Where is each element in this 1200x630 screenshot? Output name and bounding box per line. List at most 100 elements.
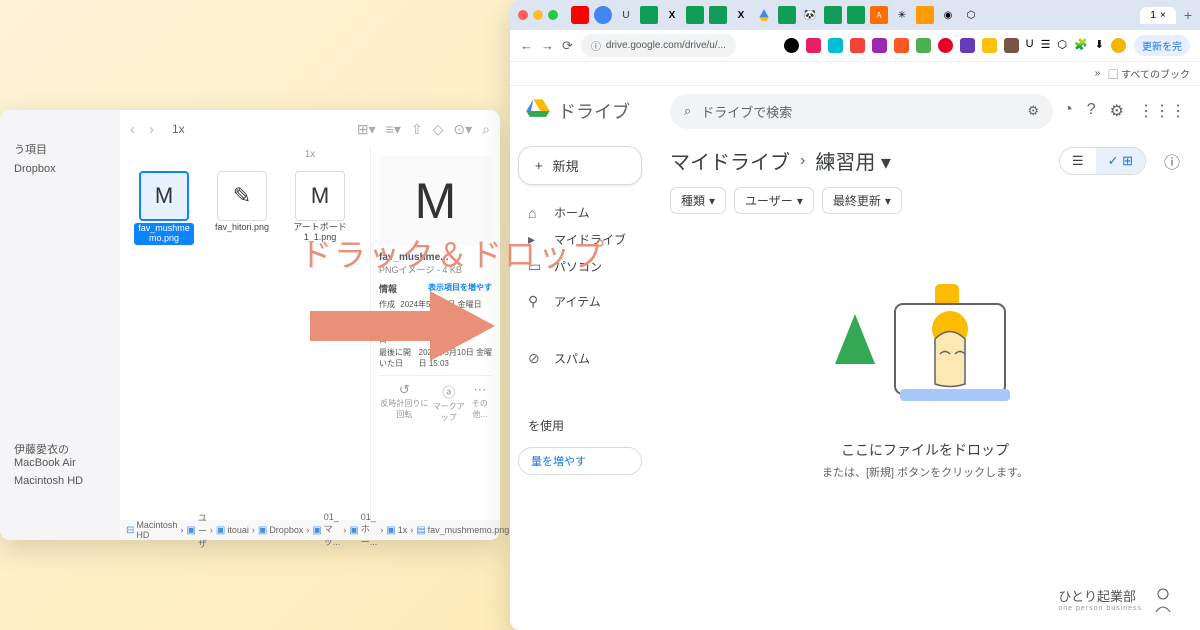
filter-chip-modified[interactable]: 最終更新 ▾ [822,187,902,214]
tab-favicon[interactable] [847,6,865,24]
ext-icon[interactable] [784,38,799,53]
extensions-icon[interactable]: 🧩 [1074,38,1088,53]
path-segment[interactable]: ▣ユーザ [186,511,206,550]
markup-action[interactable]: ⓐマークアップ [430,382,468,423]
sidebar-item-home[interactable]: ⌂ホーム [518,199,642,226]
tab-favicon[interactable] [755,6,773,24]
tab-favicon[interactable] [778,6,796,24]
filter-chip-user[interactable]: ユーザー ▾ [734,187,814,214]
reload-button[interactable]: ⟳ [562,38,573,54]
drive-logo[interactable]: ドライブ [524,97,630,125]
sidebar-item-mydrive[interactable]: ▸マイドライブ [518,226,642,253]
close-tab-icon[interactable]: × [1160,10,1166,21]
ext-icon[interactable] [982,38,997,53]
rotate-action[interactable]: ↺反時計回りに回転 [379,382,430,423]
support-icon[interactable]: ◔ [1063,101,1073,121]
path-segment[interactable]: ▤fav_mushmemo.png [416,525,509,536]
ext-icon[interactable] [960,38,975,53]
storage-upgrade-button[interactable]: 量を増やす [518,447,642,475]
action-icon[interactable]: ⊙▾ [453,121,472,138]
sidebar-item[interactable]: Dropbox [8,160,112,178]
tab-favicon[interactable] [709,6,727,24]
ext-icon[interactable] [916,38,931,53]
tab-favicon[interactable]: A [870,6,888,24]
help-icon[interactable]: ? [1087,101,1096,121]
group-icon[interactable]: ≡▾ [386,121,401,138]
path-segment[interactable]: ▣itouai [216,525,249,536]
close-icon[interactable] [518,10,528,20]
ext-icon[interactable] [938,38,953,53]
tab-favicon[interactable]: ◉ [939,6,957,24]
sidebar-item[interactable]: 伊藤愛衣のMacBook Air [8,438,112,472]
ext-icon[interactable] [1004,38,1019,53]
sidebar-item-computers[interactable]: ▭パソコン [518,253,642,280]
tab-favicon[interactable] [594,6,612,24]
tag-icon[interactable]: ◇ [433,121,444,138]
profile-icon[interactable] [1111,38,1126,53]
forward-button[interactable]: → [541,38,554,53]
settings-icon[interactable]: ⚙ [1110,101,1124,121]
path-segment[interactable]: ▣01_ホー... [349,512,377,548]
back-button[interactable]: ← [520,38,533,53]
tab-favicon[interactable] [824,6,842,24]
sidebar-item-shared[interactable]: ⚲アイテム [518,288,642,315]
tab-favicon[interactable]: 🐼 [801,6,819,24]
tab-favicon[interactable] [686,6,704,24]
ext-icon[interactable] [894,38,909,53]
forward-icon[interactable]: › [149,121,154,138]
more-action[interactable]: ⋯その他... [468,382,492,423]
tab-favicon[interactable]: U [617,6,635,24]
file-item[interactable]: M アートボード 1_1.png [290,171,350,245]
tab-favicon[interactable] [640,6,658,24]
ext-icon[interactable] [806,38,821,53]
sidebar-item-spam[interactable]: ⊘スパム [518,345,642,372]
tab-favicon[interactable] [571,6,589,24]
show-more-link[interactable]: 表示項目を増やす [428,282,492,295]
download-icon[interactable]: ⬇ [1095,38,1104,53]
list-view-button[interactable]: ☰ [1060,148,1096,174]
file-item[interactable]: ✎ fav_hitori.png [212,171,272,245]
path-segment[interactable]: ▣Dropbox [258,525,303,536]
new-tab-button[interactable]: + [1184,7,1192,23]
breadcrumb-current[interactable]: 練習用 ▾ [815,146,891,175]
tab-favicon[interactable]: X [732,6,750,24]
path-segment[interactable]: ▣01_マッ... [312,512,340,548]
minimize-icon[interactable] [533,10,543,20]
breadcrumb-root[interactable]: マイドライブ [670,146,790,175]
filter-chip-type[interactable]: 種類 ▾ [670,187,726,214]
drive-search[interactable]: ⌕ ドライブで検索 ⚙ [670,94,1053,129]
ext-icon[interactable]: U [1026,38,1034,53]
grid-view-button[interactable]: ✓ ⊞ [1096,148,1145,174]
file-item[interactable]: M fav_mushmemo.png [134,171,194,245]
ext-icon[interactable]: ⬡ [1057,38,1067,53]
update-button[interactable]: 更新を完 [1134,35,1190,56]
window-controls[interactable] [518,10,558,20]
path-segment[interactable]: ▣1x [386,525,407,536]
ext-icon[interactable]: ☰ [1041,38,1051,53]
tab-favicon[interactable] [916,6,934,24]
maximize-icon[interactable] [548,10,558,20]
ext-icon[interactable] [828,38,843,53]
search-icon[interactable]: ⌕ [482,121,490,138]
view-icon[interactable]: ⊞▾ [357,121,376,138]
share-icon[interactable]: ⇧ [411,121,423,138]
filter-chips: 種類 ▾ ユーザー ▾ 最終更新 ▾ [670,187,1180,214]
new-button[interactable]: +新規 [518,146,642,185]
filter-icon[interactable]: ⚙ [1027,103,1039,119]
back-icon[interactable]: ‹ [130,121,135,138]
active-tab[interactable]: 1 × [1140,7,1175,24]
tab-favicon[interactable]: ⬡ [962,6,980,24]
sidebar-item[interactable]: う項目 [8,138,112,160]
sidebar-item[interactable]: Macintosh HD [8,472,112,490]
info-icon[interactable]: ⓘ [1164,149,1180,173]
path-segment[interactable]: ⊟Macintosh HD [126,520,177,540]
ext-icon[interactable] [872,38,887,53]
tab-favicon[interactable]: ✳ [893,6,911,24]
address-bar[interactable]: ⓘ drive.google.com/drive/u/... [581,34,736,57]
apps-icon[interactable]: ⋮⋮⋮ [1138,101,1186,121]
overflow-icon[interactable]: » [1095,68,1101,79]
tab-favicon[interactable]: X [663,6,681,24]
finder-preview-pane: M fav_mushme... PNGイメージ - 4 KB 情報 表示項目を増… [370,148,500,520]
bookmarks-folder[interactable]: ▢ すべてのブック [1108,66,1190,81]
ext-icon[interactable] [850,38,865,53]
